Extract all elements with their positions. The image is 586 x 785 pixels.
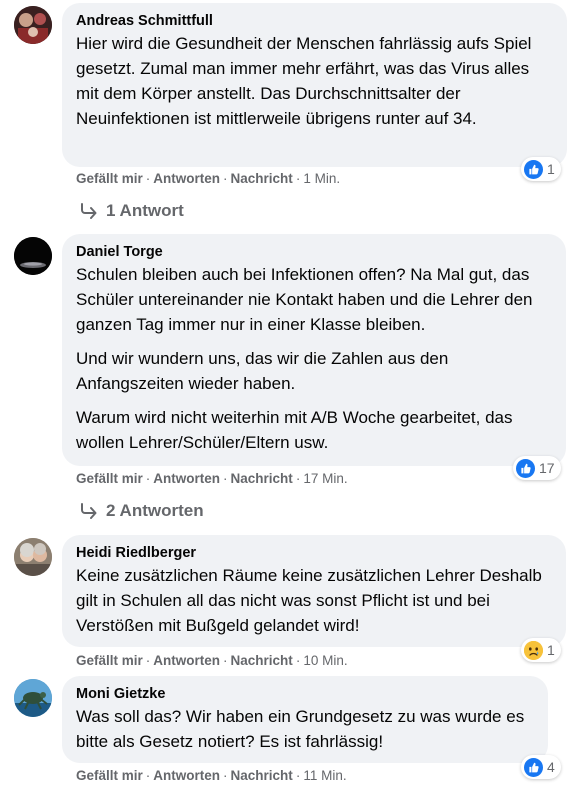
timestamp[interactable]: 1 Min.	[303, 171, 340, 186]
view-replies-button[interactable]: 1 Antwort	[80, 201, 184, 221]
sad-face-icon	[524, 640, 543, 660]
reply-button[interactable]: Antworten	[153, 171, 220, 186]
comment-text: Und wir wundern uns, das wir die Zahlen …	[76, 349, 449, 393]
timestamp[interactable]: 10 Min.	[303, 653, 347, 668]
comment-text: Hier wird die Gesundheit der Menschen fa…	[76, 34, 532, 128]
avatar[interactable]	[14, 6, 52, 44]
replies-label: 2 Antworten	[106, 501, 204, 520]
reply-button[interactable]: Antworten	[153, 471, 220, 486]
reaction-summary[interactable]: 1	[521, 638, 561, 662]
comment-author[interactable]: Andreas Schmittfull	[76, 12, 553, 31]
timestamp[interactable]: 11 Min.	[303, 768, 346, 783]
comment-author[interactable]: Heidi Riedlberger	[76, 544, 552, 563]
like-button[interactable]: Gefällt mir	[76, 171, 143, 186]
comment-actions: Gefällt mir · Antworten · Nachricht · 11 Min.	[76, 768, 347, 783]
like-icon	[524, 159, 543, 179]
like-icon	[516, 458, 535, 478]
comment-text: Was soll das? Wir haben ein Grundgesetz …	[76, 707, 525, 751]
reaction-summary[interactable]: 4	[521, 755, 561, 779]
comment-author[interactable]: Daniel Torge	[76, 243, 552, 262]
avatar[interactable]	[14, 679, 52, 717]
like-icon	[524, 757, 543, 777]
comment-actions: Gefällt mir · Antworten · Nachricht · 10 Min.	[76, 653, 348, 668]
reaction-summary[interactable]: 1	[521, 157, 561, 181]
comment-text: Warum wird nicht weiterhin mit A/B Woche…	[76, 408, 513, 452]
reaction-count: 1	[547, 642, 555, 658]
comment-actions: Gefällt mir · Antworten · Nachricht · 17 Min.	[76, 471, 348, 486]
avatar[interactable]	[14, 237, 52, 275]
reaction-count: 17	[539, 460, 555, 476]
reply-button[interactable]: Antworten	[153, 653, 220, 668]
like-button[interactable]: Gefällt mir	[76, 471, 143, 486]
reaction-summary[interactable]: 17	[513, 456, 561, 480]
comment-bubble: Andreas Schmittfull Hier wird die Gesund…	[62, 3, 567, 167]
replies-label: 1 Antwort	[106, 201, 184, 220]
reply-arrow-icon	[81, 203, 97, 219]
reaction-count: 4	[547, 759, 555, 775]
comment-bubble: Heidi Riedlberger Keine zusätzlichen Räu…	[62, 535, 566, 647]
reaction-count: 1	[547, 161, 555, 177]
message-button[interactable]: Nachricht	[231, 653, 293, 668]
timestamp[interactable]: 17 Min.	[303, 471, 347, 486]
reply-button[interactable]: Antworten	[153, 768, 220, 783]
message-button[interactable]: Nachricht	[231, 768, 293, 783]
like-button[interactable]: Gefällt mir	[76, 768, 143, 783]
message-button[interactable]: Nachricht	[231, 471, 293, 486]
like-button[interactable]: Gefällt mir	[76, 653, 143, 668]
comment-bubble: Daniel Torge Schulen bleiben auch bei In…	[62, 234, 566, 466]
avatar[interactable]	[14, 538, 52, 576]
comment-bubble: Moni Gietzke Was soll das? Wir haben ein…	[62, 676, 548, 763]
reply-arrow-icon	[81, 503, 97, 519]
comment-text: Keine zusätzlichen Räume keine zusätzlic…	[76, 566, 542, 635]
message-button[interactable]: Nachricht	[231, 171, 293, 186]
comment-actions: Gefällt mir · Antworten · Nachricht · 1 Min.	[76, 171, 341, 186]
comment-text: Schulen bleiben auch bei Infektionen off…	[76, 265, 533, 334]
comment-author[interactable]: Moni Gietzke	[76, 685, 534, 704]
view-replies-button[interactable]: 2 Antworten	[80, 501, 204, 521]
